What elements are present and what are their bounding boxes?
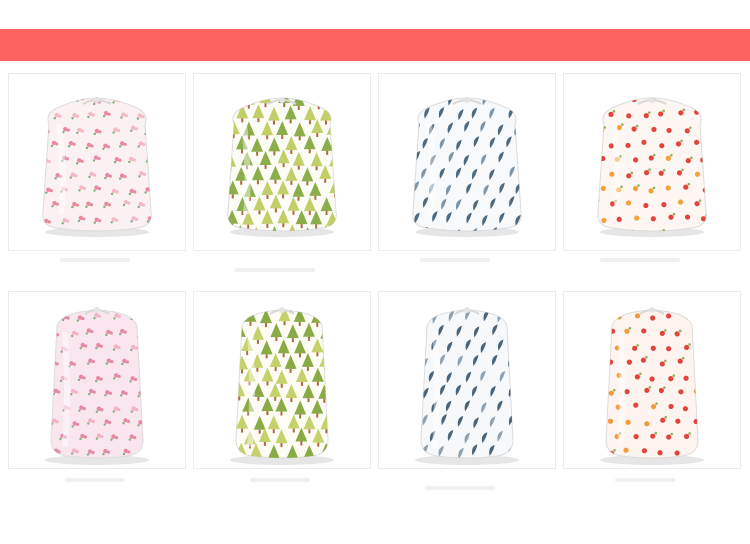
product-card[interactable] [193,291,371,469]
product-card[interactable] [8,291,186,469]
caption-placeholder [235,268,315,272]
product-card[interactable] [563,73,741,251]
caption-placeholder [425,486,495,490]
product-image-green-tree-bag [194,74,370,250]
top-banner [0,29,750,61]
caption-placeholder [420,258,490,262]
product-image-red-berry-tall [564,292,740,468]
caption-placeholder [250,478,310,482]
product-image-blue-leaf-tall [379,292,555,468]
caption-placeholder [615,478,675,482]
caption-placeholder [600,258,680,262]
product-image-green-tree-tall [194,292,370,468]
product-card[interactable] [378,291,556,469]
product-card[interactable] [8,73,186,251]
product-image-blue-leaf-bag [379,74,555,250]
caption-placeholder [60,258,130,262]
product-image-pink-floral-bag [9,74,185,250]
product-card[interactable] [378,73,556,251]
product-card[interactable] [563,291,741,469]
product-image-pink-floral-tall [9,292,185,468]
product-card[interactable] [193,73,371,251]
caption-placeholder [65,478,125,482]
product-image-red-berry-bag [564,74,740,250]
product-gallery [0,0,750,544]
